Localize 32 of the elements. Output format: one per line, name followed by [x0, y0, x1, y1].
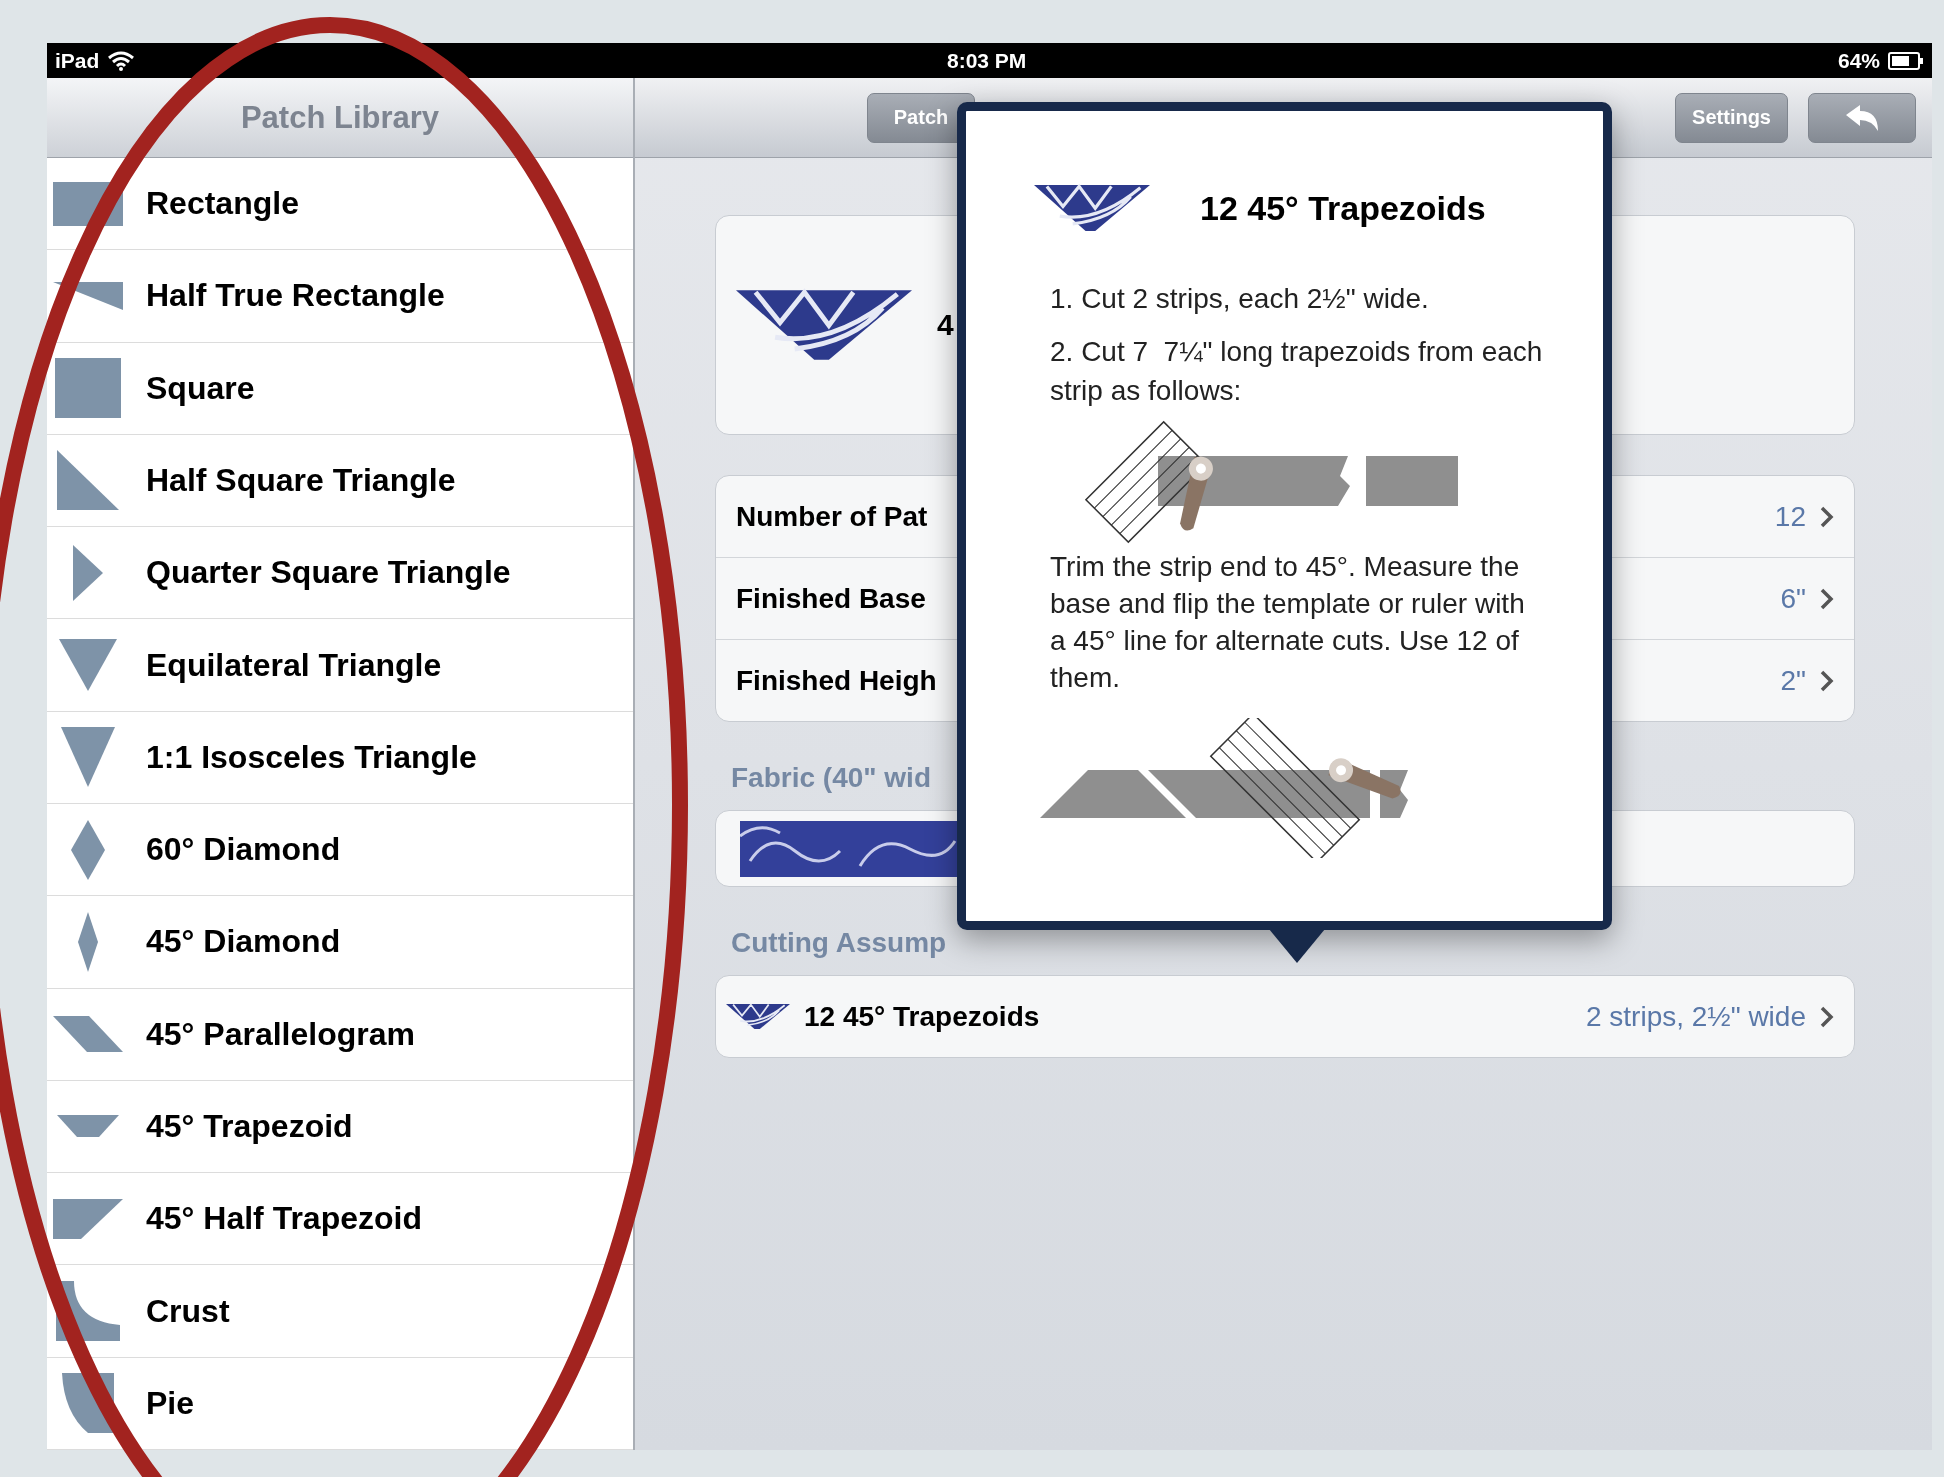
- chevron-right-icon: [1820, 669, 1834, 692]
- chevron-right-icon: [1820, 505, 1834, 528]
- battery-percent: 64%: [1837, 48, 1880, 73]
- battery-icon: [1888, 51, 1924, 70]
- half-trapezoid-icon: [53, 1198, 123, 1239]
- popover-title: 12 45° Trapezoids: [1200, 188, 1486, 228]
- instruction-step: 2. Cut 7 7¼" long trapezoids from each strip as follows:: [1050, 332, 1543, 410]
- right-triangle-icon: [57, 450, 119, 511]
- cutting-row[interactable]: 12 45° Trapezoids 2 strips, 2½" wide: [716, 976, 1854, 1057]
- fabric-trapezoid-icon: [726, 1003, 790, 1030]
- carrier-label: iPad: [55, 48, 100, 73]
- parallelogram-icon: [53, 1016, 123, 1053]
- back-button[interactable]: [1808, 92, 1916, 143]
- square-icon: [55, 358, 121, 419]
- section-header: Fabric (40" wid: [731, 762, 931, 794]
- diamond-icon: [78, 911, 98, 972]
- section-header: Cutting Assump: [731, 927, 947, 959]
- clock-time: 8:03 PM: [946, 48, 1027, 73]
- fabric-trapezoid-icon: [1034, 183, 1150, 233]
- chevron-right-icon: [1820, 587, 1834, 610]
- chevron-right-icon: [1820, 1005, 1834, 1028]
- sidebar-title: Patch Library: [239, 99, 441, 136]
- triangle-down-pointing-icon: [61, 727, 115, 788]
- diamond-icon: [71, 819, 105, 880]
- wifi-icon: [107, 50, 136, 71]
- instruction-step: 1. Cut 2 strips, each 2½" wide.: [1050, 279, 1543, 318]
- pie-icon: [62, 1373, 114, 1434]
- triangle-right-pointing-icon: [73, 544, 103, 601]
- crust-icon: [56, 1281, 120, 1341]
- trapezoid-icon: [57, 1115, 119, 1138]
- triangle-down-pointing-icon: [59, 639, 117, 692]
- patch-title: 4: [937, 308, 954, 342]
